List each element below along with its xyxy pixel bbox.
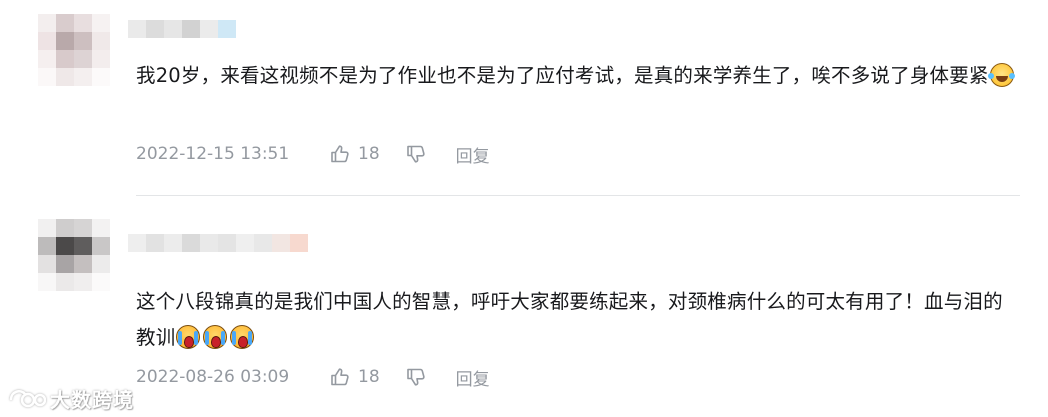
username[interactable] — [128, 20, 236, 38]
like-button[interactable]: 18 — [330, 144, 380, 164]
comment-text: 我20岁，来看这视频不是为了作业也不是为了应付考试，是真的来学养生了，唉不多说了… — [136, 58, 1016, 94]
avatar[interactable] — [38, 14, 110, 86]
like-count: 18 — [358, 144, 380, 164]
comment-meta: 2022-12-15 13:51 18 回复 — [136, 142, 490, 167]
thumbs-up-icon — [331, 145, 349, 163]
thumbs-down-icon — [406, 145, 425, 163]
comment-timestamp: 2022-12-15 13:51 — [136, 144, 290, 164]
comment-text: 这个八段锦真的是我们中国人的智慧，呼吁大家都要练起来，对颈椎病什么的可太有用了！… — [136, 284, 1016, 356]
comment-item: 我20岁，来看这视频不是为了作业也不是为了应付考试，是真的来学养生了，唉不多说了… — [0, 0, 1048, 196]
comment-text-content: 我20岁，来看这视频不是为了作业也不是为了应付考试，是真的来学养生了，唉不多说了… — [136, 64, 989, 87]
watermark: 大数跨境 — [8, 384, 134, 413]
watermark-logo-icon — [9, 389, 46, 407]
reply-button[interactable]: 回复 — [456, 365, 490, 390]
avatar[interactable] — [38, 219, 110, 291]
laugh-cry-emoji-icon — [987, 63, 1014, 87]
wailing-emoji-icon — [203, 325, 228, 349]
wailing-emoji-icon — [230, 325, 255, 349]
reply-button[interactable]: 回复 — [456, 142, 490, 167]
comment-timestamp: 2022-08-26 03:09 — [136, 367, 290, 387]
comment-text-content: 这个八段锦真的是我们中国人的智慧，呼吁大家都要练起来，对颈椎病什么的可太有用了！… — [136, 290, 1003, 349]
like-button[interactable]: 18 — [330, 367, 380, 387]
like-count: 18 — [358, 367, 380, 387]
comment-item: 这个八段锦真的是我们中国人的智慧，呼吁大家都要练起来，对颈椎病什么的可太有用了！… — [0, 196, 1048, 417]
username[interactable] — [128, 234, 308, 252]
thumbs-up-icon — [331, 368, 349, 386]
dislike-button[interactable] — [406, 144, 426, 164]
thumbs-down-icon — [406, 368, 425, 386]
wailing-emoji-icon — [176, 325, 201, 349]
comment-meta: 2022-08-26 03:09 18 回复 — [136, 365, 490, 390]
dislike-button[interactable] — [406, 367, 426, 387]
watermark-text: 大数跨境 — [50, 388, 134, 412]
